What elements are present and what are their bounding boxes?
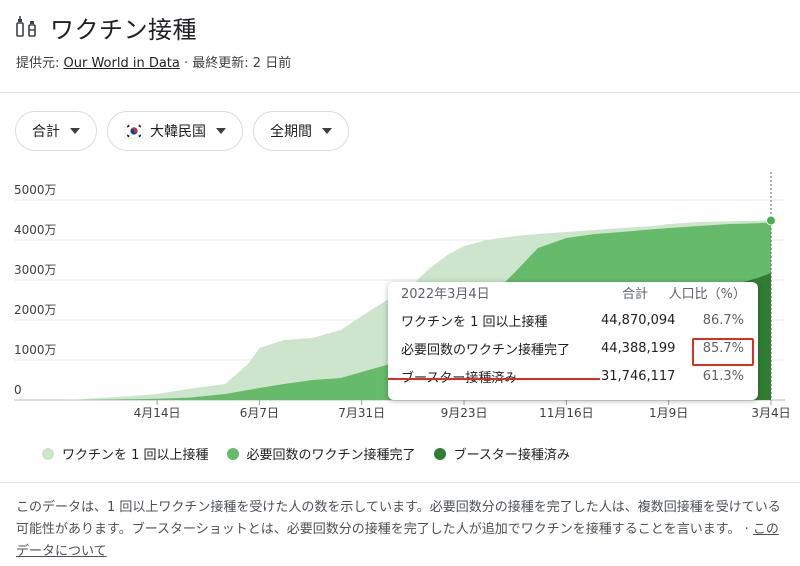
metric-label: 合計 [32,124,60,140]
hover-point [766,215,776,226]
legend-swatch [42,447,54,460]
y-tick-label: 1000万 [14,343,57,357]
legend-label: ワクチンを 1 回以上接種 [62,448,209,463]
y-tick-label: 3000万 [14,263,57,277]
source-link[interactable]: Our World in Data [64,56,180,71]
legend-item[interactable]: 必要回数のワクチン接種完了 [226,444,416,463]
y-tick-label: 5000万 [14,183,57,197]
period-label: 全期間 [270,124,312,140]
x-tick-label: 4月14日 [134,406,181,420]
south-korea-flag-icon [124,123,144,139]
vaccine-icon [16,16,36,37]
legend-label: 必要回数のワクチン接種完了 [246,448,416,463]
y-tick-label: 0 [14,383,22,397]
legend-divider [0,482,800,483]
tooltip-col-total: 合計 [622,286,649,302]
legend-item[interactable]: ワクチンを 1 回以上接種 [42,444,209,463]
chart-legend: ワクチンを 1 回以上接種 必要回数のワクチン接種完了 ブースター接種済み [42,444,588,463]
page-title: ワクチン接種 [50,15,197,44]
metric-dropdown[interactable]: 合計 [15,111,97,151]
tooltip-row-value: 44,388,199 [601,340,676,356]
legend-item[interactable]: ブースター接種済み [433,444,570,463]
caret-down-icon [216,128,226,134]
tooltip-row-value: 31,746,117 [601,368,676,384]
y-tick-label: 2000万 [14,303,57,317]
x-tick-label: 9月23日 [441,406,488,420]
y-tick-label: 4000万 [14,223,57,237]
caret-down-icon [70,128,80,134]
country-label: 大韓民国 [150,124,206,140]
footnote-text: このデータは、1 回以上ワクチン接種を受けた人の数を示しています。必要回数分の接… [16,500,781,537]
x-tick-label: 7月31日 [338,406,385,420]
tooltip-row-label: ワクチンを 1 回以上接種 [401,314,548,330]
source-line: 提供元: Our World in Data · 最終更新: 2 日前 [16,52,291,71]
chart-tooltip: 2022年3月4日 合計 人口比（%） ワクチンを 1 回以上接種 44,870… [388,282,758,400]
tooltip-row-label: ブースター接種済み [401,367,517,386]
legend-swatch [433,447,446,460]
highlight-box [692,338,754,366]
legend-swatch [226,447,239,460]
caret-down-icon [322,128,332,134]
title-row: ワクチン接種 [14,8,197,46]
legend-label: ブースター接種済み [453,448,570,463]
tooltip-row-value: 44,870,094 [601,312,676,328]
header: ワクチン接種 [14,8,197,46]
highlight-underline [388,378,600,380]
x-tick-label: 1月9日 [649,406,688,420]
footnote: このデータは、1 回以上ワクチン接種を受けた人の数を示しています。必要回数分の接… [16,497,784,563]
last-updated: · 最終更新: 2 日前 [179,56,292,71]
tooltip-row-pct: 61.3% [702,368,744,384]
tooltip-col-pct: 人口比（%） [668,286,746,302]
x-tick-label: 3月4日 [751,406,790,420]
header-divider [0,92,800,93]
x-tick-label: 6月7日 [240,406,279,420]
country-dropdown[interactable]: 大韓民国 [107,111,243,151]
tooltip-row-pct: 86.7% [702,312,744,328]
filter-bar: 合計 大韓民国 全期間 [15,111,349,151]
period-dropdown[interactable]: 全期間 [253,111,349,151]
x-tick-label: 11月16日 [539,406,594,420]
tooltip-date: 2022年3月4日 [401,286,490,302]
tooltip-row-label: 必要回数のワクチン接種完了 [401,342,571,358]
source-prefix: 提供元: [16,56,64,71]
